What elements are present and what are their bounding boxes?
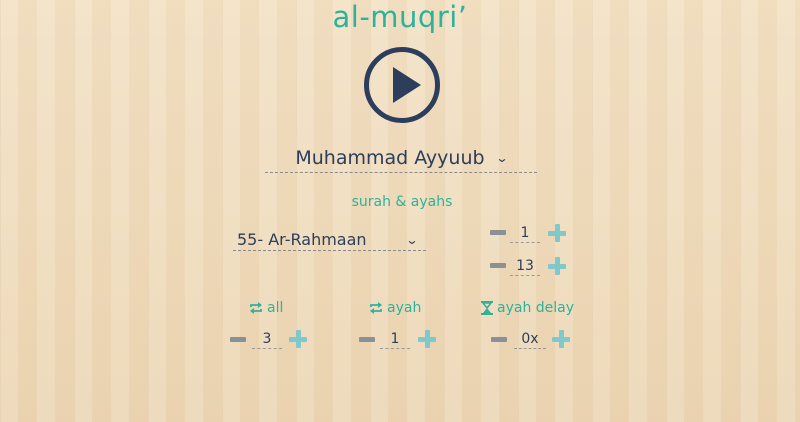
surah-select-value: 55- Ar-Rahmaan: [237, 230, 367, 249]
chevron-down-icon: ⌄: [405, 232, 419, 247]
play-icon: [364, 47, 440, 123]
repeat-ayah-input[interactable]: 1: [380, 330, 410, 349]
ayah-start-decrement-button[interactable]: [490, 230, 506, 235]
ayah-delay-decrement-button[interactable]: [491, 337, 507, 342]
app-title: al-muqri’: [332, 0, 468, 34]
repeat-all-decrement-button[interactable]: [230, 337, 246, 342]
repeat-all-increment-button[interactable]: [289, 330, 307, 348]
repeat-ayah-increment-button[interactable]: [418, 330, 436, 348]
repeat-all-input[interactable]: 3: [252, 330, 282, 349]
ayah-end-increment-button[interactable]: [548, 257, 566, 275]
reciter-select-value: Muhammad Ayyuub: [295, 147, 485, 169]
play-button[interactable]: [363, 46, 441, 124]
hourglass-icon: [481, 301, 493, 315]
surah-section-label: surah & ayahs: [351, 194, 453, 210]
ayah-start-increment-button[interactable]: [548, 224, 566, 242]
repeat-all-label: all: [248, 300, 283, 316]
surah-select[interactable]: 55- Ar-Rahmaan ⌄: [233, 229, 426, 251]
reciter-select[interactable]: Muhammad Ayyuub ⌄: [265, 144, 537, 173]
ayah-delay-increment-button[interactable]: [552, 330, 570, 348]
repeat-all-label-text: all: [267, 300, 284, 316]
ayah-end-decrement-button[interactable]: [490, 263, 506, 268]
repeat-ayah-decrement-button[interactable]: [359, 337, 375, 342]
ayah-delay-label: ayah delay: [480, 300, 574, 316]
ayah-delay-input[interactable]: 0x: [514, 330, 546, 349]
repeat-icon: [250, 302, 262, 314]
ayah-start-input[interactable]: 1: [510, 224, 540, 243]
repeat-icon: [370, 302, 382, 314]
ayah-delay-label-text: ayah delay: [497, 300, 575, 316]
ayah-end-input[interactable]: 13: [510, 257, 540, 276]
repeat-ayah-label: ayah: [368, 300, 421, 316]
repeat-ayah-label-text: ayah: [387, 300, 422, 316]
chevron-down-icon: ⌄: [495, 151, 509, 165]
